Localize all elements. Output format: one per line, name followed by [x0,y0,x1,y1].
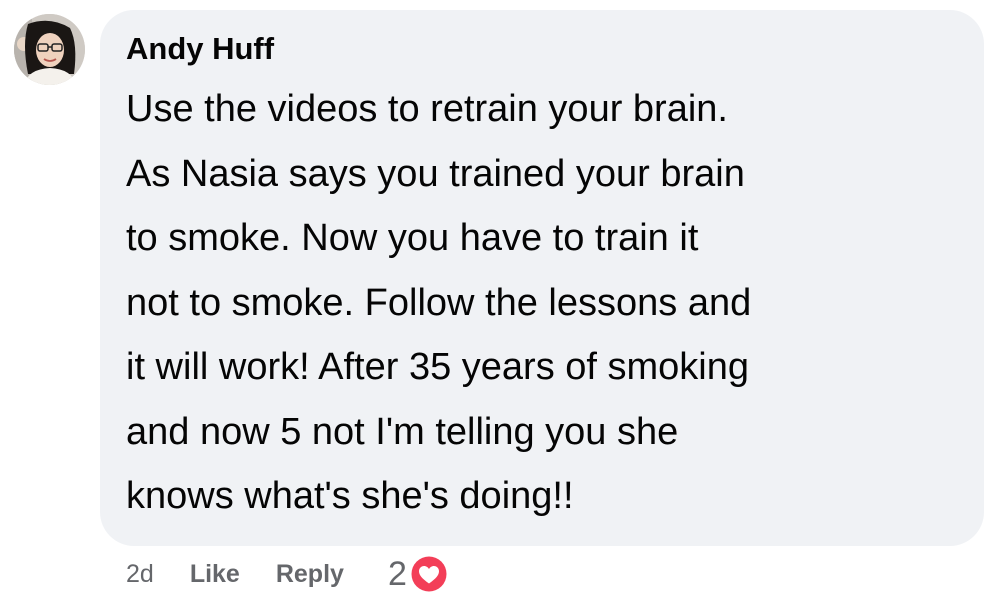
heart-icon [408,554,449,594]
like-button[interactable]: Like [190,560,240,589]
comment-bubble: Andy Huff Use the videos to retrain your… [100,10,984,546]
comment-body: Use the videos to retrain your brain. As… [126,88,752,517]
reaction-count: 2 [387,554,407,593]
comment-actions: 2d Like Reply 2 [126,552,450,596]
comment-timestamp[interactable]: 2d [126,560,154,589]
avatar[interactable] [14,14,85,85]
reaction-summary[interactable]: 2 [388,553,450,595]
comment-author[interactable]: Andy Huff [126,30,958,68]
profile-photo-icon [14,14,85,85]
reply-button[interactable]: Reply [276,560,344,589]
